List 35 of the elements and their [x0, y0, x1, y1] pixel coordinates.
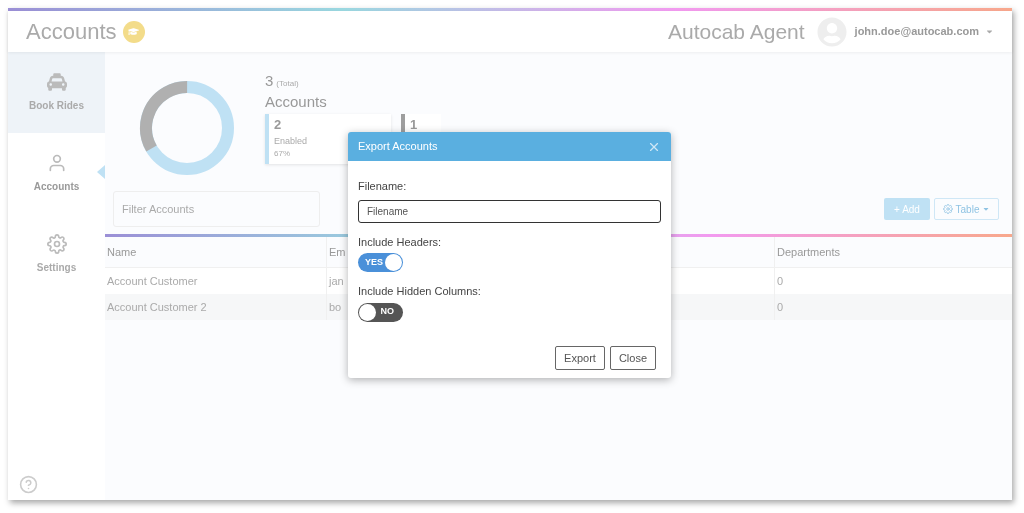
stat-label: Enabled: [274, 134, 308, 148]
column-header[interactable]: Departments: [775, 237, 1012, 267]
toggle-text: YES: [365, 255, 383, 269]
caret-icon: [982, 205, 991, 213]
settings-icon: [46, 234, 67, 254]
summary-title: Accounts: [265, 92, 327, 112]
page-title: Accounts: [26, 18, 117, 46]
help-icon[interactable]: [19, 475, 38, 494]
table-cell-text: 0: [776, 299, 785, 315]
toggle-text: NO: [380, 305, 394, 319]
dialog-button[interactable]: Export: [555, 346, 605, 370]
field-label: Filename:: [358, 179, 408, 194]
dialog-title: Export Accounts: [358, 139, 438, 155]
table-cell: Account Customer 2: [105, 294, 327, 320]
toggle-switch[interactable]: NO: [358, 302, 403, 322]
settings-icon: [942, 204, 953, 214]
column-header[interactable]: Name: [105, 237, 327, 267]
stat-percent: 67%: [274, 148, 290, 160]
user-menu[interactable]: john.doe@autocab.com: [854, 23, 979, 40]
total-count: 3: [265, 71, 274, 91]
caret-icon[interactable]: [985, 27, 994, 36]
table-cell-text: 0: [776, 273, 785, 289]
filename-field[interactable]: Filename: [358, 199, 661, 223]
sidebar-item[interactable]: Book Rides: [8, 52, 105, 133]
stat-value: 1: [410, 116, 418, 134]
stat-value: 2: [274, 116, 282, 134]
dialog-button[interactable]: Close: [609, 346, 656, 370]
table-menu-button[interactable]: Table: [934, 198, 999, 220]
total-label: (Total): [276, 78, 299, 90]
app-name: Autocab Agent: [667, 18, 805, 45]
option-label: Include Headers:: [358, 234, 443, 250]
filter-field[interactable]: Filter Accounts: [113, 191, 320, 227]
graduation-cap-icon[interactable]: [122, 20, 145, 43]
toggle-switch[interactable]: YES: [358, 253, 403, 272]
taxi-icon: [46, 72, 67, 92]
